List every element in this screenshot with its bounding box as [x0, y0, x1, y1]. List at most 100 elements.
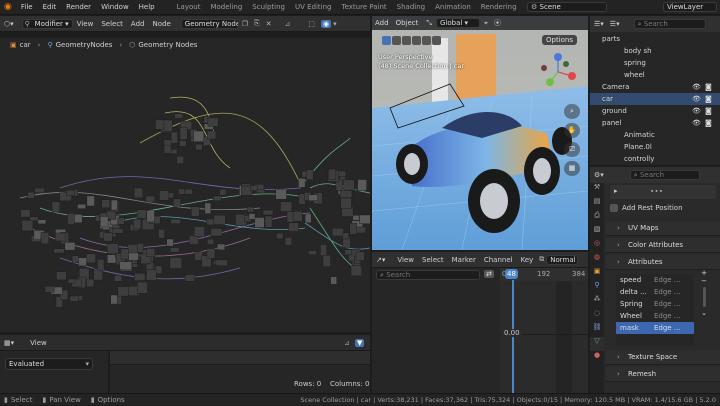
node[interactable]	[163, 144, 172, 154]
expand-icon[interactable]: ▸	[614, 187, 618, 195]
node[interactable]	[178, 188, 185, 195]
graph-editor[interactable]: ↗▾ View Select Marker Channel Key ⧉ Norm…	[372, 252, 588, 393]
menu-file[interactable]: File	[16, 0, 38, 15]
key-type-icon[interactable]: ⧉	[539, 255, 544, 264]
node[interactable]	[359, 214, 371, 224]
attribute-row[interactable]: mask Edge ...	[616, 322, 694, 334]
node[interactable]	[306, 169, 314, 181]
visibility-eye-icon[interactable]: 👁	[692, 93, 701, 105]
pan-hand-icon[interactable]: ✋	[564, 123, 580, 138]
snap-toggle-icon[interactable]: ⬚	[308, 20, 315, 28]
node[interactable]	[179, 127, 188, 140]
breadcrumb-object[interactable]: car	[20, 41, 31, 49]
node[interactable]	[357, 179, 367, 191]
pin-icon[interactable]: ⊿	[275, 20, 301, 28]
node[interactable]	[248, 213, 256, 220]
graph-menu-key[interactable]: Key	[517, 252, 538, 268]
node[interactable]	[322, 255, 331, 267]
node[interactable]	[86, 278, 95, 287]
add-attribute-icon[interactable]: +	[698, 269, 710, 277]
node[interactable]	[158, 229, 165, 239]
node[interactable]	[340, 197, 352, 209]
panel-attributes[interactable]: Attributes	[606, 255, 720, 270]
geometry-context-select[interactable]: ⚲ Modifier ▾	[21, 18, 73, 29]
node[interactable]	[207, 117, 219, 127]
node[interactable]	[77, 203, 86, 209]
node[interactable]	[173, 198, 182, 207]
tab-animation[interactable]: Animation	[430, 0, 476, 15]
node[interactable]	[219, 189, 227, 196]
viewport-options-button[interactable]: Options	[542, 35, 578, 45]
node[interactable]	[71, 255, 80, 263]
panel-color-attributes[interactable]: Color Attributes	[606, 238, 720, 253]
visibility-eye-icon[interactable]: 👁	[692, 105, 701, 117]
node[interactable]	[97, 258, 105, 271]
select-box-icon[interactable]	[382, 35, 391, 45]
handle-type-select[interactable]: Normal	[546, 254, 579, 265]
breadcrumb-node-tree[interactable]: Geometry Nodes	[138, 41, 197, 49]
node[interactable]	[204, 202, 212, 214]
attribute-row[interactable]: speed Edge ...	[616, 274, 694, 286]
node[interactable]	[184, 274, 196, 282]
node[interactable]	[276, 232, 284, 240]
outliner-item[interactable]: controlly	[590, 153, 720, 165]
node[interactable]	[247, 206, 254, 213]
scene-selector[interactable]: ⚙ Scene	[527, 2, 607, 12]
node[interactable]	[217, 243, 226, 251]
select-intersect-icon[interactable]	[432, 35, 441, 45]
node[interactable]	[34, 187, 45, 194]
zoom-icon[interactable]: ⌕	[564, 104, 580, 119]
node[interactable]	[145, 195, 155, 203]
node[interactable]	[106, 243, 119, 254]
data-tab-icon[interactable]: ▽	[590, 337, 604, 351]
channel-search-input[interactable]: ⌕ Search	[376, 270, 480, 280]
attribute-scrollbar[interactable]	[702, 287, 706, 307]
node[interactable]	[51, 201, 61, 213]
graph-area[interactable]: 0 192 384 48 0.00	[500, 268, 588, 393]
node[interactable]	[44, 286, 55, 293]
spreadsheet-menu-view[interactable]: View	[26, 335, 51, 351]
node[interactable]	[194, 251, 203, 261]
node[interactable]	[133, 187, 144, 199]
outliner-item[interactable]: body sh	[590, 45, 720, 57]
spreadsheet-divider[interactable]	[108, 351, 110, 393]
node[interactable]	[101, 199, 111, 208]
node[interactable]	[349, 222, 357, 235]
node[interactable]	[114, 274, 123, 282]
node[interactable]	[133, 273, 146, 281]
node[interactable]	[133, 218, 142, 230]
node[interactable]	[67, 278, 76, 284]
outliner-item[interactable]: Animatic	[590, 129, 720, 141]
node[interactable]	[145, 248, 155, 257]
material-tab-icon[interactable]: ●	[590, 351, 604, 365]
select-invert-icon[interactable]	[422, 35, 431, 45]
outliner-item[interactable]: car 👁 ◙	[590, 93, 720, 105]
menu-view[interactable]: View	[73, 16, 98, 32]
node[interactable]	[170, 131, 178, 144]
outliner-filter-icon[interactable]: ☰▾	[610, 20, 620, 28]
menu-select[interactable]: Select	[97, 16, 127, 32]
tool-tab-icon[interactable]: ⚒	[590, 183, 604, 197]
outliner-item[interactable]: parts	[590, 33, 720, 45]
attribute-row[interactable]: Spring Edge ...	[616, 298, 694, 310]
node[interactable]	[117, 217, 125, 225]
node[interactable]	[328, 168, 337, 180]
spreadsheet-editor-icon[interactable]: ▦▾	[0, 339, 18, 347]
graph-menu-select[interactable]: Select	[418, 252, 448, 268]
node[interactable]	[107, 254, 117, 264]
panel-texture-space[interactable]: Texture Space	[606, 350, 720, 365]
menu-edit[interactable]: Edit	[38, 0, 62, 15]
editor-type-icon[interactable]: ⬡▾	[0, 20, 18, 28]
node[interactable]	[179, 140, 187, 147]
node[interactable]	[298, 178, 306, 188]
node[interactable]	[339, 190, 353, 198]
outliner-search-input[interactable]: ⌕ Search	[633, 19, 706, 29]
node[interactable]	[207, 130, 217, 140]
outliner-item[interactable]: Camera 👁 ◙	[590, 81, 720, 93]
overlay-dropdown-icon[interactable]: ▾	[333, 20, 337, 28]
node[interactable]	[163, 139, 173, 146]
tab-shading[interactable]: Shading	[392, 0, 430, 15]
move-tool-icon[interactable]: ⤡	[426, 19, 432, 28]
node[interactable]	[159, 190, 169, 201]
menu-node[interactable]: Node	[148, 16, 174, 32]
